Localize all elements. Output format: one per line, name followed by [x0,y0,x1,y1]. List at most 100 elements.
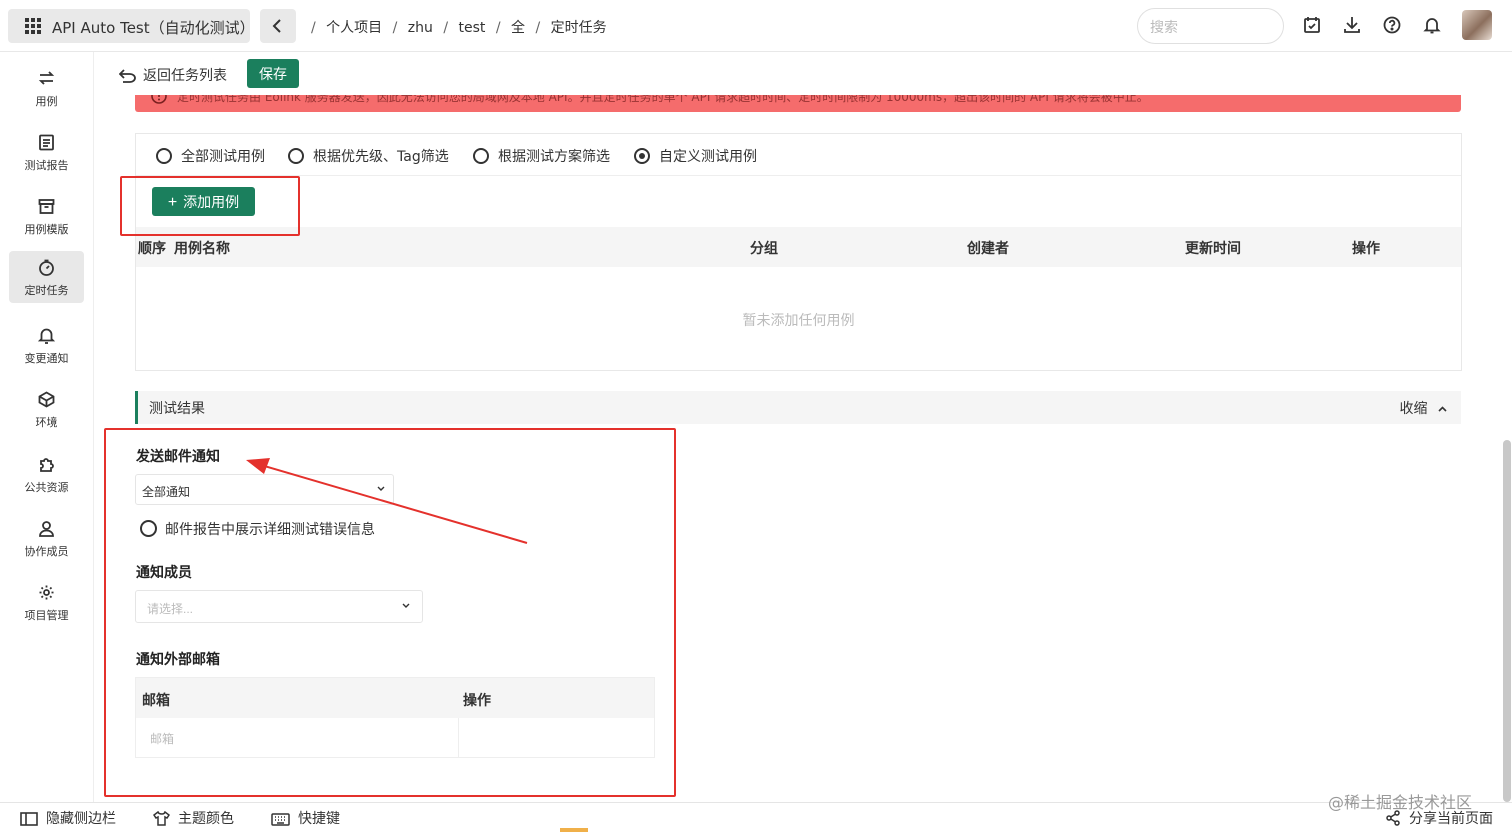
scrollbar-thumb[interactable] [1503,440,1511,802]
sidebar-item-label: 环境 [35,416,58,429]
radio-circle-selected [634,148,650,164]
sidebar-item-scheduled-tasks[interactable]: 定时任务 [9,251,84,303]
sidebar-item-environment[interactable]: 环境 [9,383,84,435]
breadcrumb-item-group[interactable]: 全 [511,20,525,36]
hide-sidebar-label: 隐藏侧边栏 [46,811,116,827]
section-title: 测试结果 [149,401,205,417]
members-select[interactable]: 请选择... [135,590,423,623]
save-button[interactable]: 保存 [247,59,299,88]
cases-table-header: 顺序 用例名称 分组 创建者 更新时间 操作 [136,227,1461,267]
shortcuts-button[interactable]: 快捷键 [271,808,340,828]
radio-all-cases[interactable]: 全部测试用例 [156,146,265,166]
breadcrumb-separator: / [535,20,541,36]
notify-type-select[interactable]: 全部通知 [135,474,394,505]
chevron-up-icon [1438,406,1447,412]
help-icon[interactable] [1383,16,1401,34]
sidebar-item-reports[interactable]: 测试报告 [9,126,84,178]
bottom-accent-bar [560,828,588,832]
app-title: API Auto Test（自动化测试） [52,19,255,37]
radio-priority-tag[interactable]: 根据优先级、Tag筛选 [288,146,449,166]
theme-color-button[interactable]: 主题颜色 [153,808,234,828]
email-input[interactable] [148,731,448,747]
sidebar-item-public-resources[interactable]: 公共资源 [9,448,84,500]
cases-icon [38,70,55,87]
hide-sidebar-button[interactable]: 隐藏侧边栏 [20,808,116,828]
plus-icon: + [167,193,178,211]
back-to-list-label: 返回任务列表 [143,68,227,84]
test-case-card: 全部测试用例 根据优先级、Tag筛选 根据测试方案筛选 自定义测试用例 + 添加用… [135,133,1462,371]
bell-icon[interactable] [1423,16,1441,34]
breadcrumb-item-project[interactable]: test [459,20,486,36]
column-header-creator: 创建者 [967,241,1009,257]
chevron-down-icon [377,486,385,491]
email-notify-title: 发送邮件通知 [136,449,220,465]
radio-test-plan[interactable]: 根据测试方案筛选 [473,146,610,166]
checkbox-label: 邮件报告中展示详细测试错误信息 [165,522,375,538]
sidebar-item-label: 定时任务 [24,284,69,297]
filter-radio-group: 全部测试用例 根据优先级、Tag筛选 根据测试方案筛选 自定义测试用例 [136,134,1461,176]
email-table-header: 邮箱 操作 [136,678,654,718]
column-header-actions: 操作 [463,693,491,709]
sidebar-item-label: 协作成员 [24,545,69,558]
radio-custom-cases[interactable]: 自定义测试用例 [634,146,757,166]
radio-label: 全部测试用例 [181,149,265,165]
sidebar-item-cases[interactable]: 用例 [9,62,84,114]
radio-label: 根据优先级、Tag筛选 [313,149,449,165]
column-header-updated: 更新时间 [1185,241,1241,257]
column-header-actions: 操作 [1352,241,1380,257]
checkbox-circle [140,520,157,537]
template-icon [38,198,55,215]
select-value: 全部通知 [142,485,191,499]
return-icon [119,69,136,83]
external-email-title: 通知外部邮箱 [136,652,220,668]
share-page-label: 分享当前页面 [1409,811,1493,827]
sidebar-item-templates[interactable]: 用例模版 [9,190,84,242]
shirt-icon [153,811,170,826]
column-divider [458,718,459,758]
puzzle-icon [38,456,55,473]
test-result-section-header: 测试结果 收缩 [135,391,1461,424]
timer-icon [38,259,55,276]
sidebar-item-label: 项目管理 [24,609,69,622]
download-icon[interactable] [1343,16,1361,34]
detail-error-checkbox[interactable]: 邮件报告中展示详细测试错误信息 [140,519,375,539]
sidebar-item-label: 变更通知 [24,352,69,365]
sidebar-item-members[interactable]: 协作成员 [9,512,84,564]
collapse-button[interactable]: 收缩 [1400,398,1447,418]
sidebar-item-project-settings[interactable]: 项目管理 [9,576,84,628]
back-to-list-link[interactable]: 返回任务列表 [119,65,227,85]
breadcrumb-separator: / [495,20,501,36]
keyboard-icon [271,813,290,826]
nav-back-button[interactable] [260,9,296,43]
top-bar: API Auto Test（自动化测试） / 个人项目 / zhu / test… [0,0,1512,52]
avatar[interactable] [1462,10,1492,40]
sidebar-item-notifications[interactable]: 变更通知 [9,319,84,371]
sidebar-item-label: 测试报告 [24,159,69,172]
bottom-bar: 隐藏侧边栏 主题颜色 快捷键 分享当前页面 [0,802,1512,832]
app-switcher-button[interactable]: API Auto Test（自动化测试） [8,9,255,43]
sidebar-toggle-icon [20,812,38,826]
breadcrumb-separator: / [392,20,398,36]
breadcrumb-item-space[interactable]: zhu [408,20,433,36]
external-email-table: 邮箱 操作 [135,677,655,758]
chevron-left-icon [272,19,281,33]
breadcrumb-item-workspace[interactable]: 个人项目 [326,20,382,36]
breadcrumb-separator: / [443,20,449,36]
sidebar: 用例 测试报告 用例模版 定时任务 变更通知 环境 公共资源 协作成员 项目管理 [0,52,94,802]
calendar-check-icon[interactable] [1303,16,1321,34]
sidebar-item-label: 用例 [35,95,58,108]
report-icon [38,134,55,151]
radio-circle [156,148,172,164]
apps-grid-icon [25,18,41,34]
column-header-email: 邮箱 [142,693,170,709]
radio-label: 自定义测试用例 [659,149,757,165]
column-header-order: 顺序 [138,241,166,257]
watermark: @稀土掘金技术社区 [1328,793,1473,812]
chevron-down-icon [402,603,410,608]
add-case-button[interactable]: + 添加用例 [152,187,255,216]
column-header-group: 分组 [750,241,778,257]
search-input[interactable] [1148,17,1273,37]
radio-circle [288,148,304,164]
search-box [1137,8,1284,44]
breadcrumb: / 个人项目 / zhu / test / 全 / 定时任务 [311,17,613,37]
